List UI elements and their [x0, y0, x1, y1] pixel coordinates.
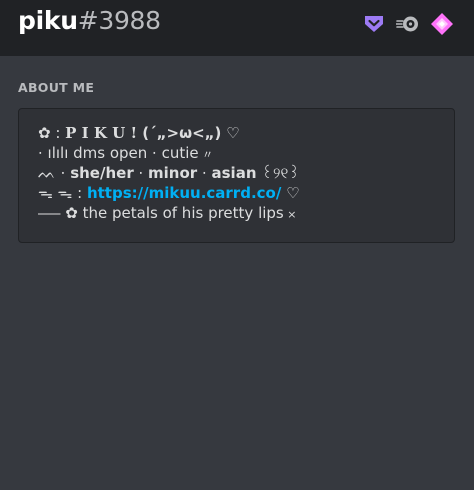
quote-text: the petals of his pretty lips — [77, 204, 284, 222]
dms-status-text: ⋅ ılılı dms open ⋅ cutie — [38, 144, 199, 162]
age-label: minor — [148, 164, 198, 182]
about-me-box: ✿ : P I K U ! (´„>ω<„) ♡ ⋅ ılılı dms ope… — [18, 108, 455, 243]
about-line-quote: ⎯⎯⎯ ✿ the petals of his pretty lips × — [38, 203, 444, 223]
flower-icon: ✿ — [38, 124, 51, 142]
wave-icon: ᨓ — [38, 164, 56, 182]
x-mark: × — [283, 208, 297, 221]
separator: : — [50, 124, 66, 142]
display-name: P I K U ! — [65, 124, 143, 142]
about-line-dms: ⋅ ılılı dms open ⋅ cutie 〃 — [38, 143, 444, 163]
username: piku#3988 — [18, 6, 161, 36]
badge-list — [362, 12, 454, 36]
decoration-mark: 〃 — [198, 148, 214, 161]
separator: ⋅ — [55, 164, 71, 182]
profile-header: piku#3988 — [0, 0, 474, 56]
carrd-link[interactable]: https://mikuu.carrd.co/ — [87, 184, 281, 202]
decoration-brackets: ꒰୨୧꒱ — [256, 164, 300, 182]
dash-decoration: ⎯⎯⎯ — [38, 204, 61, 222]
separator: ⋅ — [133, 164, 149, 182]
separator: : — [72, 184, 87, 202]
heart-icon: ♡ — [281, 184, 300, 202]
about-line-link: ᯓ ᯓ : https://mikuu.carrd.co/ ♡ — [38, 183, 444, 203]
server-boost-icon[interactable] — [430, 12, 454, 36]
nitro-icon[interactable] — [396, 12, 420, 36]
ethnicity-label: asian — [211, 164, 257, 182]
flower-icon: ✿ — [60, 204, 78, 222]
about-me-heading: ABOUT ME — [18, 80, 95, 95]
hypesquad-balance-icon[interactable] — [362, 12, 386, 36]
username-tag: #3988 — [77, 6, 161, 35]
separator: ⋅ — [197, 164, 212, 182]
pronouns: she/her — [70, 164, 134, 182]
about-line-name: ✿ : P I K U ! (´„>ω<„) ♡ — [38, 123, 444, 143]
username-name: piku — [18, 6, 78, 35]
emoticon: (´„>ω<„) — [142, 124, 222, 142]
bow-icon: ᯓ ᯓ — [38, 184, 73, 202]
about-line-identity: ᨓ ⋅ she/her ⋅ minor ⋅ asian ꒰୨୧꒱ — [38, 163, 444, 183]
heart-icon: ♡ — [221, 124, 240, 142]
